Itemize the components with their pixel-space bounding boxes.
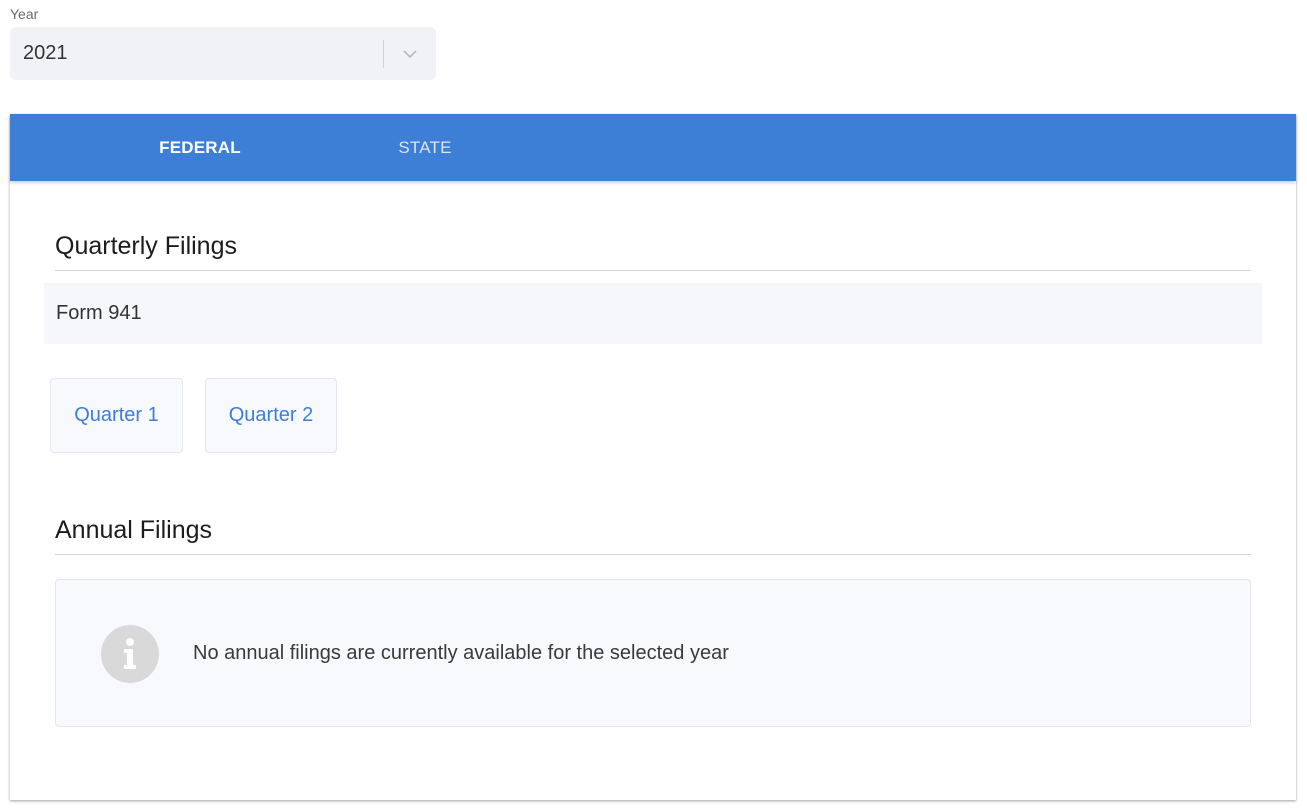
- tab-state[interactable]: STATE: [345, 114, 505, 181]
- filings-card: FEDERAL STATE Quarterly Filings Form 941…: [10, 114, 1296, 800]
- quarter-1-button[interactable]: Quarter 1: [50, 378, 183, 453]
- empty-annual-message: No annual filings are currently availabl…: [193, 641, 729, 664]
- quarter-2-button[interactable]: Quarter 2: [205, 378, 337, 453]
- section-divider: [55, 270, 1251, 271]
- info-icon: [101, 625, 159, 683]
- year-select[interactable]: 2021: [10, 27, 436, 80]
- form-941-row: Form 941: [44, 283, 1262, 344]
- quarterly-filings-title: Quarterly Filings: [55, 232, 237, 260]
- year-value: 2021: [23, 42, 68, 64]
- chevron-down-icon[interactable]: [384, 27, 436, 80]
- tab-bar: FEDERAL STATE: [10, 114, 1296, 181]
- year-label: Year: [10, 6, 39, 22]
- tab-federal[interactable]: FEDERAL: [120, 114, 280, 181]
- section-divider: [55, 554, 1251, 555]
- empty-annual-notice: No annual filings are currently availabl…: [55, 579, 1251, 727]
- annual-filings-title: Annual Filings: [55, 516, 213, 544]
